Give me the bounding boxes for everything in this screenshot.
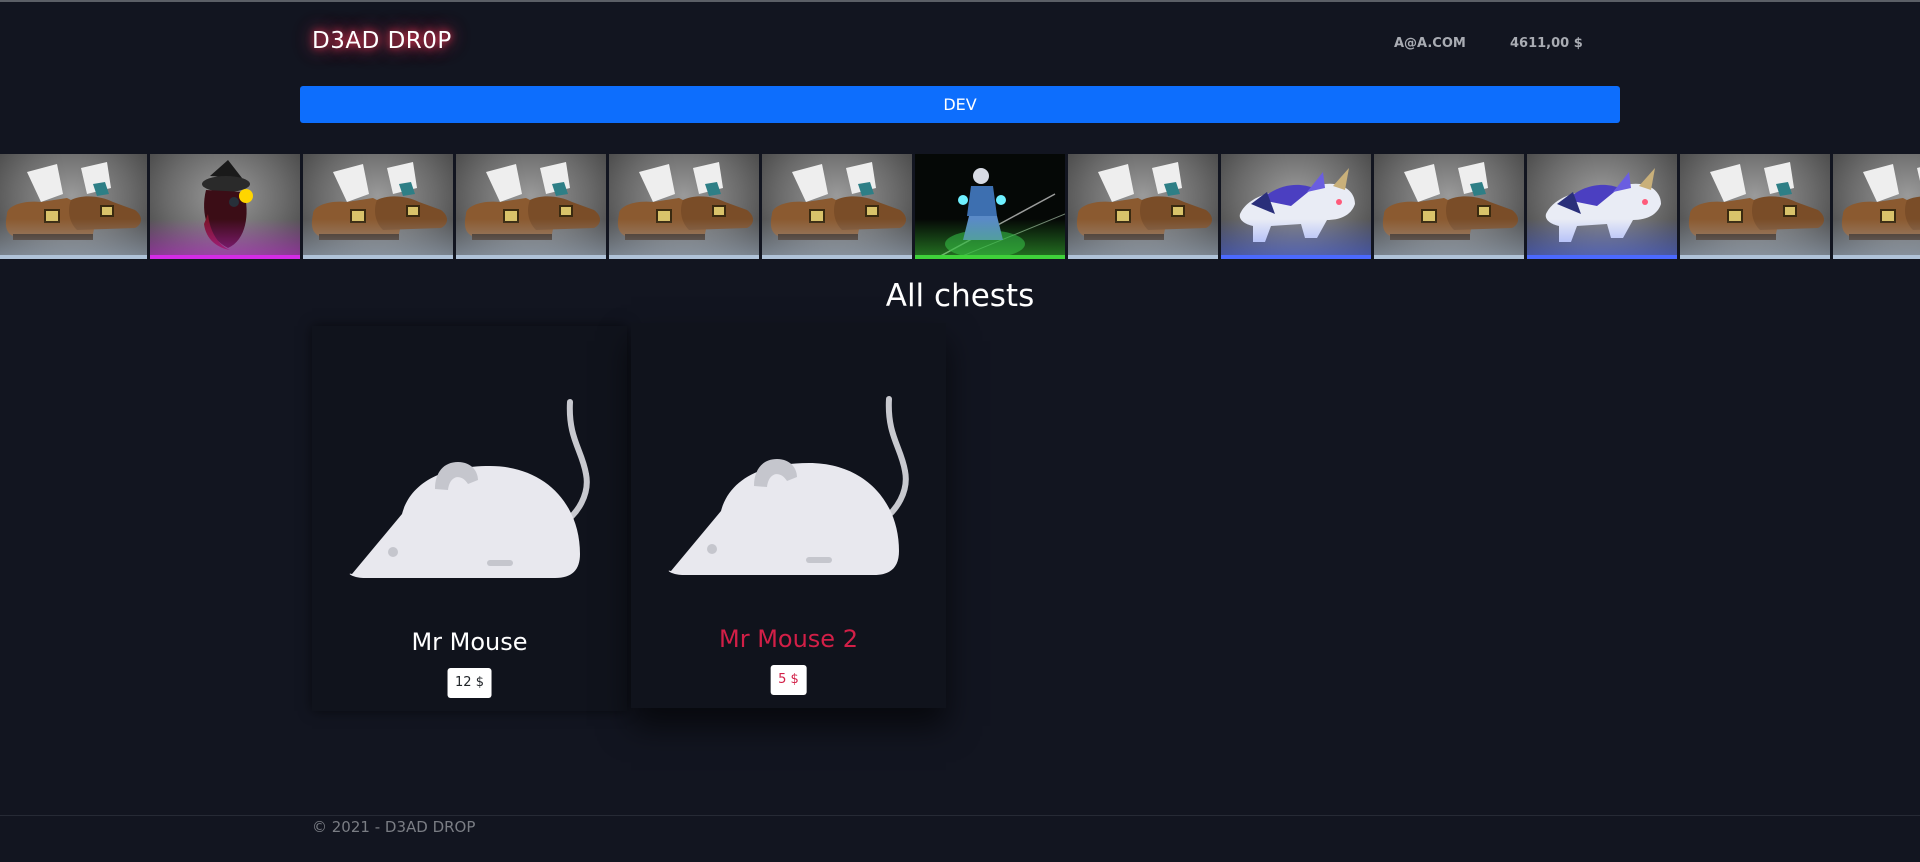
top-border xyxy=(0,0,1920,2)
ticker-item-boots xyxy=(609,154,759,259)
account-email-link[interactable]: A@A.COM xyxy=(1394,36,1466,51)
chest-price-badge: 5 $ xyxy=(770,665,807,695)
ticker-item-wolf xyxy=(1527,154,1677,259)
ticker-item-boots xyxy=(1680,154,1830,259)
mouse-icon xyxy=(349,399,590,578)
ticker-item-boots xyxy=(1068,154,1218,259)
chest-name: Mr Mouse 2 xyxy=(719,625,858,653)
ticker-item-boots xyxy=(762,154,912,259)
ticker-item-boots xyxy=(456,154,606,259)
section-title: All chests xyxy=(885,278,1035,314)
chest-name: Mr Mouse xyxy=(411,628,528,656)
chest-card-mr-mouse-2[interactable]: Mr Mouse 2 5 $ xyxy=(631,323,946,708)
live-drop-ticker xyxy=(0,154,1920,259)
site-logo[interactable]: D3AD DR0P xyxy=(312,28,452,54)
ticker-item-boots xyxy=(303,154,453,259)
footer-divider xyxy=(0,815,1920,816)
footer-copyright: © 2021 - D3AD DROP xyxy=(312,818,476,836)
ticker-item-boots xyxy=(1833,154,1920,259)
ticker-item-spirit xyxy=(915,154,1065,259)
chest-card-mr-mouse[interactable]: Mr Mouse 12 $ xyxy=(312,326,627,711)
chest-price-badge: 12 $ xyxy=(447,668,492,698)
ticker-item-boots xyxy=(0,154,147,259)
dev-banner-button[interactable]: DEV xyxy=(300,86,1620,123)
ticker-item-witch xyxy=(150,154,300,259)
ticker-item-boots xyxy=(1374,154,1524,259)
ticker-item-wolf xyxy=(1221,154,1371,259)
mouse-icon xyxy=(668,396,909,575)
balance-link[interactable]: 4611,00 $ xyxy=(1510,36,1583,51)
